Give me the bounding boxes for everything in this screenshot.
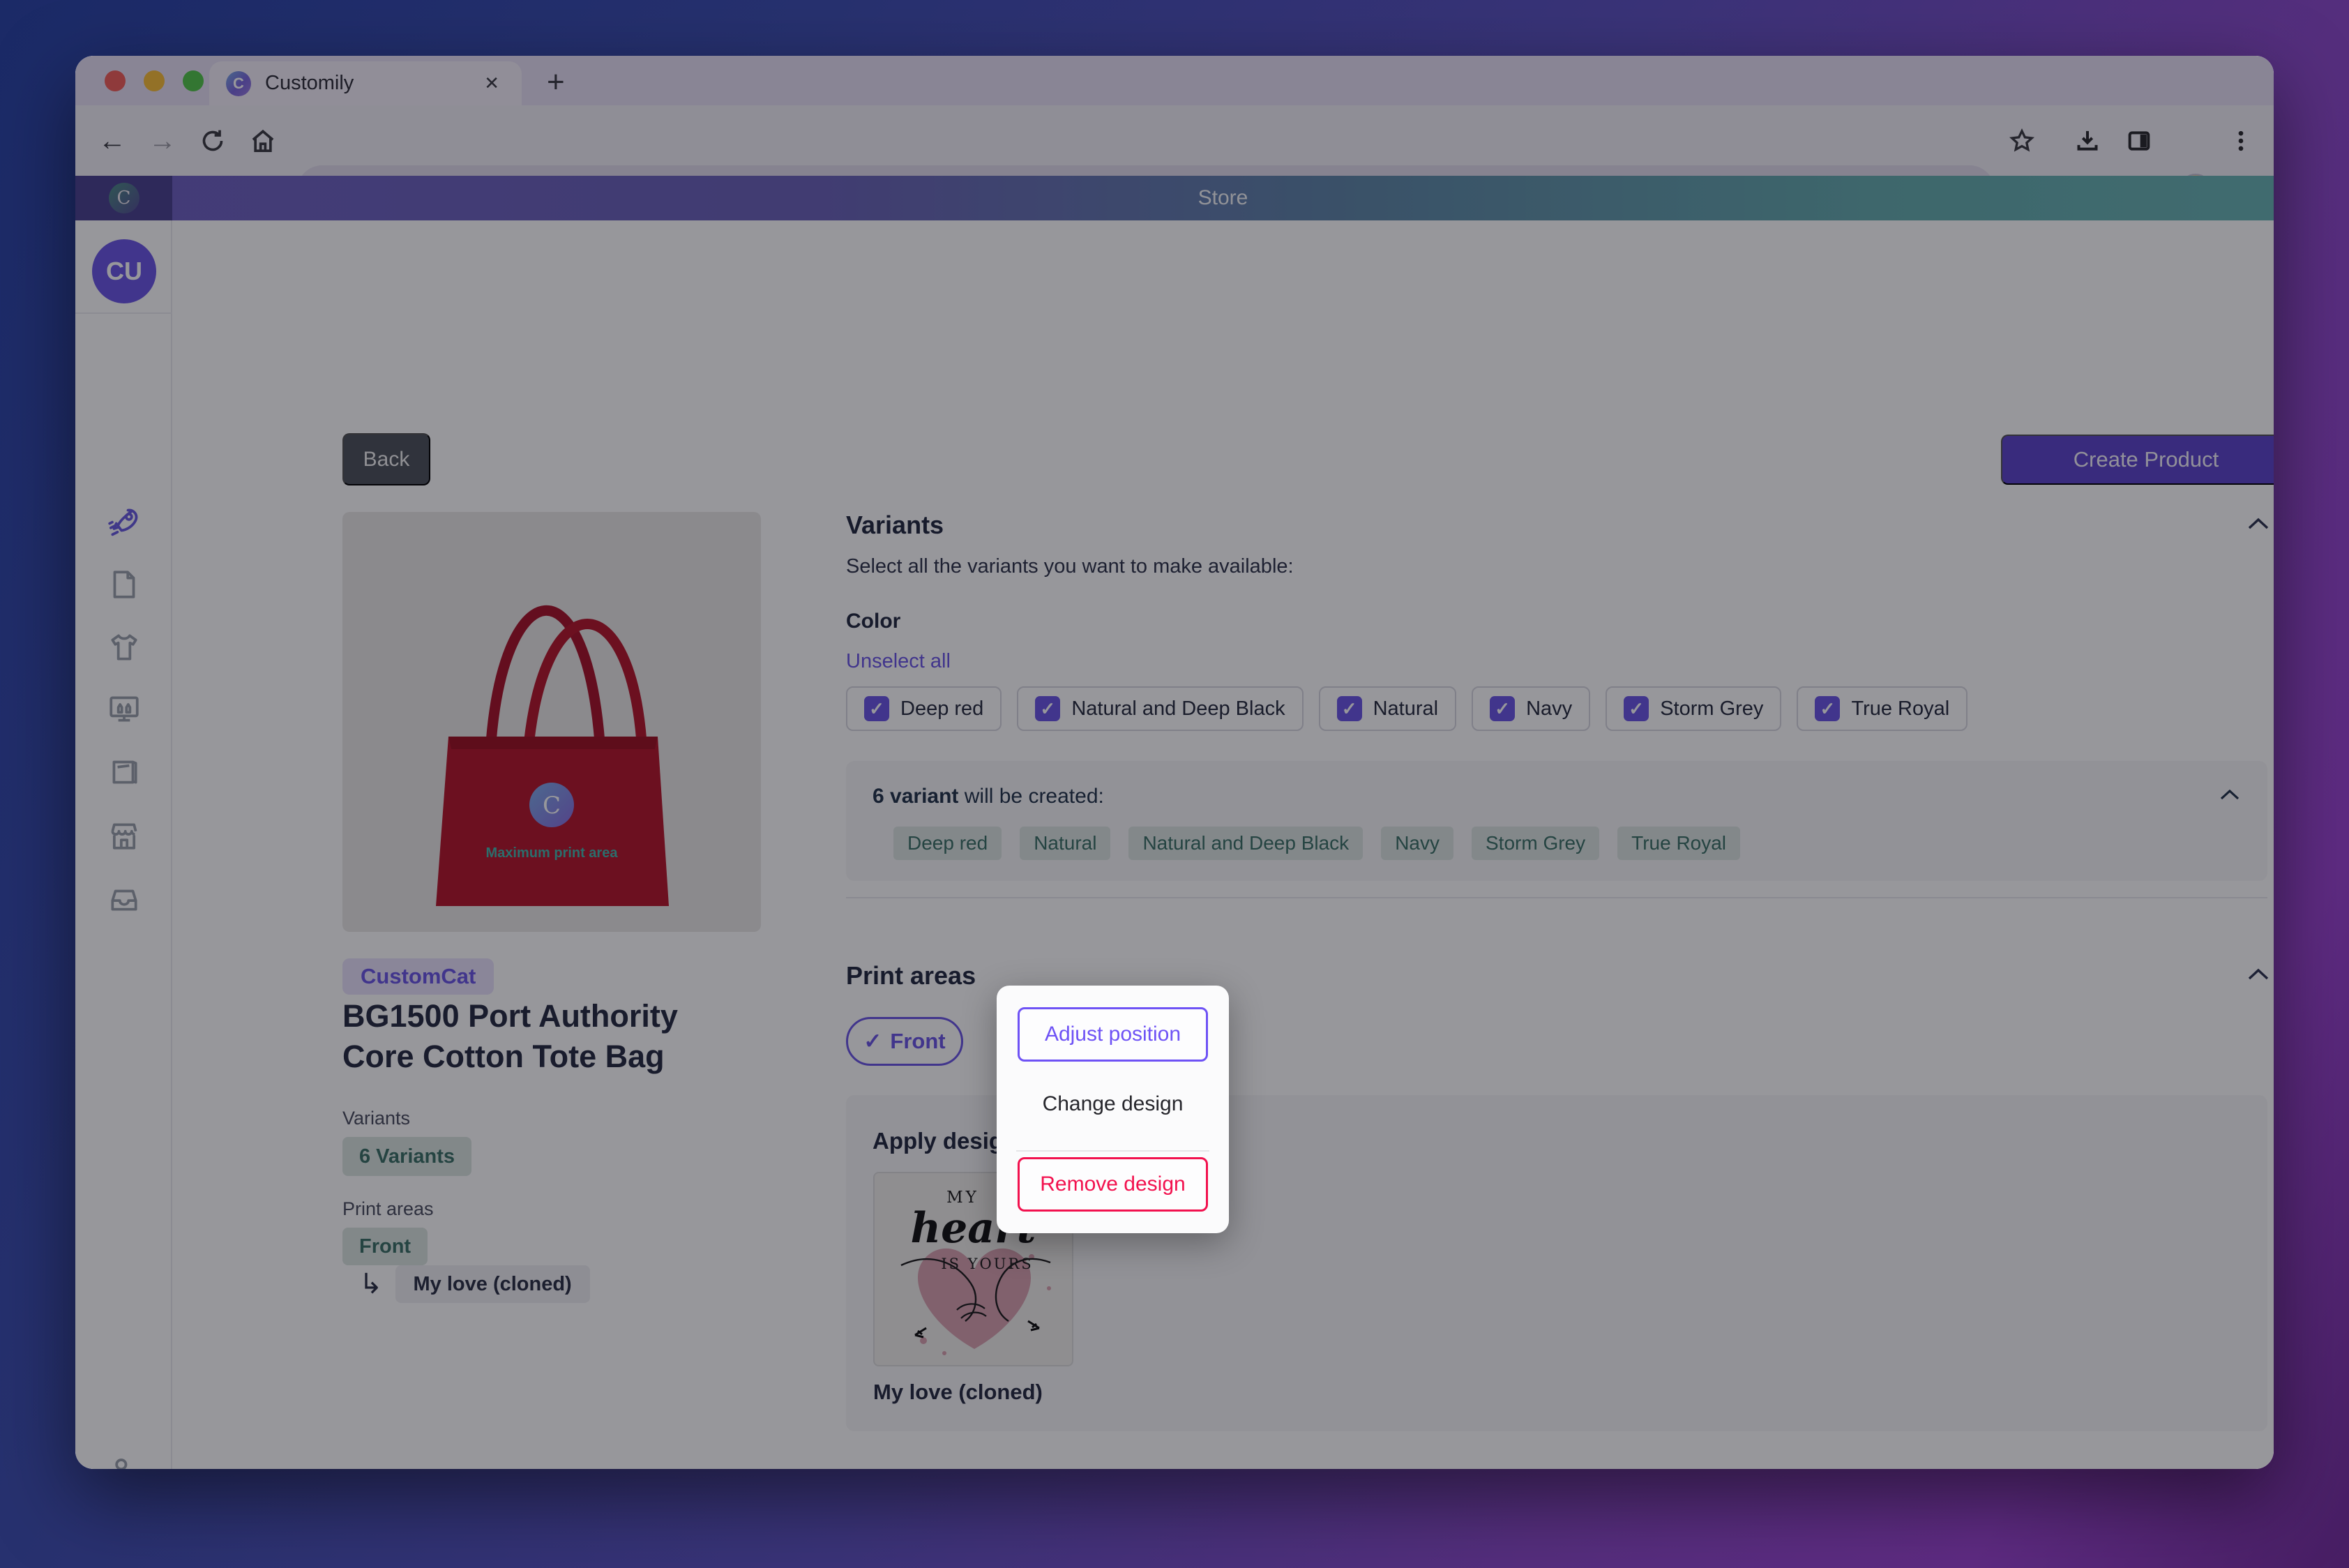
modal-dim-overlay[interactable] xyxy=(75,56,2274,1469)
adjust-position-button[interactable]: Adjust position xyxy=(1018,1007,1208,1062)
change-design-menu-item[interactable]: Change design xyxy=(997,1083,1229,1125)
design-context-menu: Adjust position Change design Remove des… xyxy=(997,986,1229,1233)
context-menu-divider xyxy=(1016,1150,1209,1152)
remove-design-button[interactable]: Remove design xyxy=(1018,1157,1208,1212)
desktop-background: C Customily ✕ + ← → xyxy=(0,0,2349,1568)
browser-window: C Customily ✕ + ← → xyxy=(75,56,2274,1469)
